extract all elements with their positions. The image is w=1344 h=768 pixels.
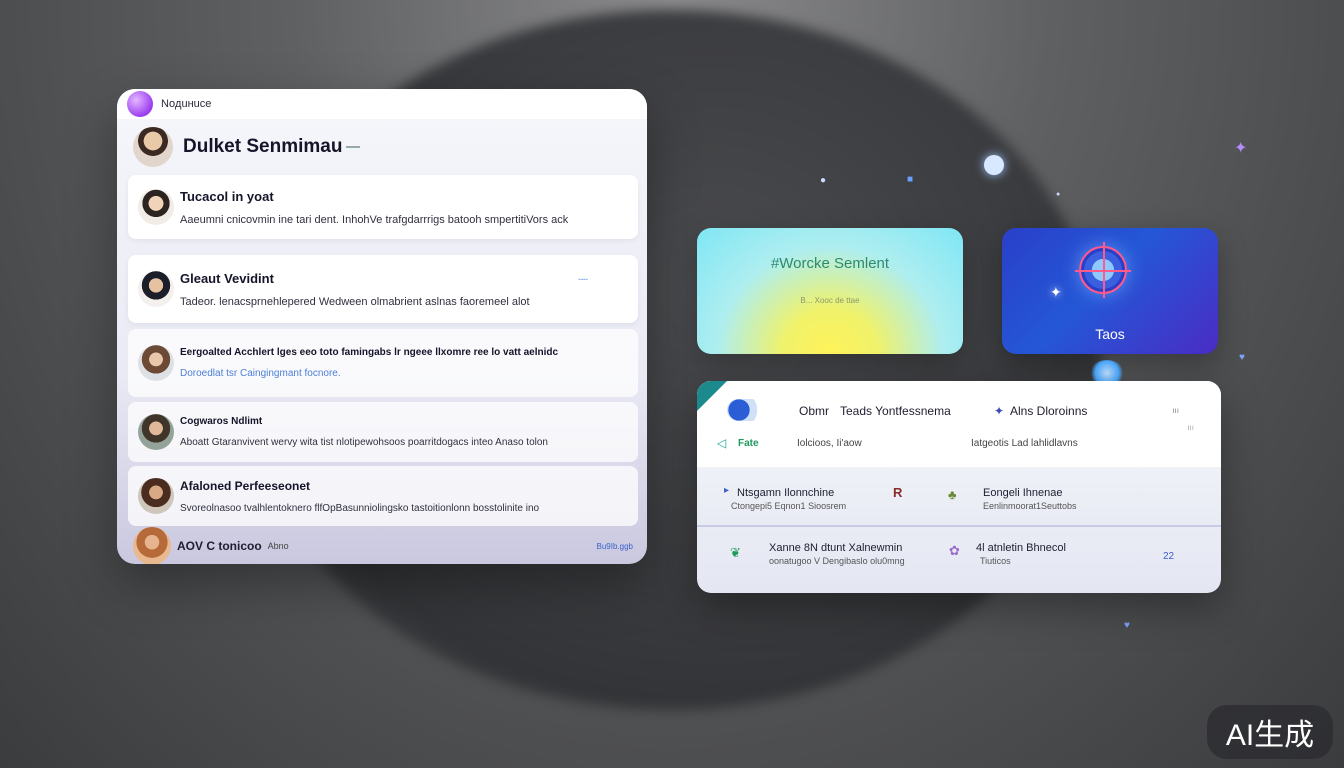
footer-link[interactable]: Bu9Ib.ggb — [597, 542, 633, 551]
list-item-title: Cogwaros Ndlimt — [180, 416, 263, 427]
list-item-title: Eergoalted Acchlert lges eeo toto faming… — [180, 347, 559, 358]
column-subheader: Iolcioos, Ii'aow — [797, 438, 862, 449]
sort-icon[interactable]: ✦ — [994, 404, 1004, 418]
table-row[interactable]: ❦ Xanne 8N dtunt Xalnewmin oonatugoo V D… — [697, 535, 1221, 591]
divider — [346, 146, 361, 148]
filter-icon[interactable]: ◁ — [717, 436, 726, 450]
target-icon — [1075, 242, 1131, 298]
taos-tile[interactable]: ✦ Taos — [1002, 228, 1218, 354]
avatar — [138, 271, 174, 307]
star-icon: ✦ — [1234, 140, 1248, 157]
app-logo-icon[interactable] — [127, 91, 153, 117]
row-count: 22 — [1163, 551, 1175, 562]
bookmark-icon: ▸ — [724, 485, 730, 496]
avatar — [138, 189, 174, 225]
list-item-title: Afaloned Perfeeseonet — [180, 478, 311, 493]
list-item-description: Tadeor. lenacsprnehlepered Wedween olmab… — [180, 295, 530, 308]
row-subtitle: Ctongepi5 Eqnon1 Sioosrem — [731, 501, 847, 511]
panel-header: Dulket Senmimau — [117, 119, 647, 175]
row-subtitle: Eenlinmoorat1Seuttobs — [983, 501, 1077, 511]
footer-sublabel: Abno — [267, 541, 289, 551]
heart-icon: ♥ — [1239, 352, 1245, 363]
watermark: AI生成 — [1207, 705, 1333, 759]
list-item[interactable]: Gleaut Vevidint Tadeor. lenacsprnehleper… — [128, 255, 638, 323]
leaf-icon: ❦ — [730, 545, 741, 560]
sparkle-icon: ■ — [907, 174, 914, 185]
row-title: Xanne 8N dtunt Xalnewmin — [769, 542, 903, 554]
panel-topbar-title: Noдuнuce — [161, 98, 212, 110]
list-item-title: Tucacol in yoat — [180, 188, 274, 204]
row-subtitle: oonatugoo V Dengibaslo olu0mng — [769, 556, 905, 566]
sparkle-icon: ✦ — [1050, 284, 1062, 300]
column-header[interactable]: Alns Dloroinns — [1010, 404, 1087, 418]
avatar — [138, 478, 174, 514]
list-item-title: Gleaut Vevidint — [180, 270, 274, 286]
sentiment-tile-title: #Worcke Semlent — [770, 255, 890, 272]
avatar[interactable] — [133, 127, 173, 167]
corner-accent — [697, 381, 727, 411]
footer-label: AOV C tonicoo — [177, 539, 262, 553]
heart-icon: ♥ — [1124, 620, 1130, 631]
list-item[interactable]: Tucacol in yoat Aaeumni cnicovmin ine ta… — [128, 175, 638, 239]
row-title: Ntsgamn Ilonnchine — [737, 487, 835, 499]
panel-topbar: Noдuнuce — [117, 89, 647, 119]
list-item[interactable]: Afaloned Perfeeseonet Svoreolnasoo tvalh… — [128, 466, 638, 526]
plant-icon: ♣ — [948, 487, 957, 502]
panel-title: Dulket Senmimau — [183, 136, 343, 157]
avatar — [138, 414, 174, 450]
row-subtitle: Tiuticos — [980, 556, 1011, 566]
sparkle-icon: ● — [820, 175, 827, 186]
row-count: ııı — [1187, 423, 1194, 432]
row-count: ııı — [1172, 406, 1179, 415]
taos-tile-label: Taos — [1095, 326, 1125, 342]
person-icon: R — [893, 485, 903, 500]
list-item-tag: ╌╌ — [578, 275, 588, 284]
column-header[interactable]: Obmr — [799, 404, 829, 418]
row-title: Eongeli Ihnenae — [983, 487, 1063, 499]
flower-icon: ✿ — [949, 543, 960, 558]
avatar[interactable] — [133, 527, 171, 564]
contacts-panel: Noдuнuce Dulket Senmimau Tucacol in yoat… — [117, 89, 647, 564]
panel-footer: AOV C tonicoo Abno Bu9Ib.ggb — [133, 527, 633, 564]
list-item-link[interactable]: Doroedlat tsr Caingingmant focnore. — [180, 368, 558, 379]
data-table-card: Obmr Teads Yontfessnema ✦ Alns Dloroinns… — [697, 381, 1221, 593]
sentiment-tile[interactable]: #Worcke Semlent B... Xooc de ttae — [697, 228, 963, 354]
list-item-description: Svoreolnasoo tvalhlentoknero flfOpBasunn… — [180, 502, 540, 514]
row-divider — [697, 525, 1221, 527]
list-item-description: Aboatt Gtaranvivent wervy wita tist nlot… — [180, 437, 548, 448]
cloud-icon — [984, 155, 1004, 175]
list-item[interactable]: Eergoalted Acchlert lges eeo toto faming… — [128, 329, 638, 397]
column-header[interactable]: Teads Yontfessnema — [840, 404, 951, 418]
avatar — [138, 345, 174, 381]
fate-label[interactable]: Fate — [738, 438, 759, 449]
table-header: Obmr Teads Yontfessnema ✦ Alns Dloroinns… — [697, 381, 1221, 467]
globe-icon[interactable] — [727, 399, 767, 421]
list-item[interactable]: Cogwaros Ndlimt Aboatt Gtaranvivent werv… — [128, 402, 638, 462]
sparkle-icon: ● — [1056, 191, 1061, 198]
sentiment-tile-subtitle: B... Xooc de ttae — [800, 296, 860, 305]
list-item-description: Aaeumni cnicovmin ine tari dent. InhohVe… — [180, 213, 569, 226]
row-title: 4l atnletin Bhnecol — [976, 542, 1066, 554]
column-subheader: Iatgeotis Lad lahlidlavns — [971, 438, 1078, 449]
